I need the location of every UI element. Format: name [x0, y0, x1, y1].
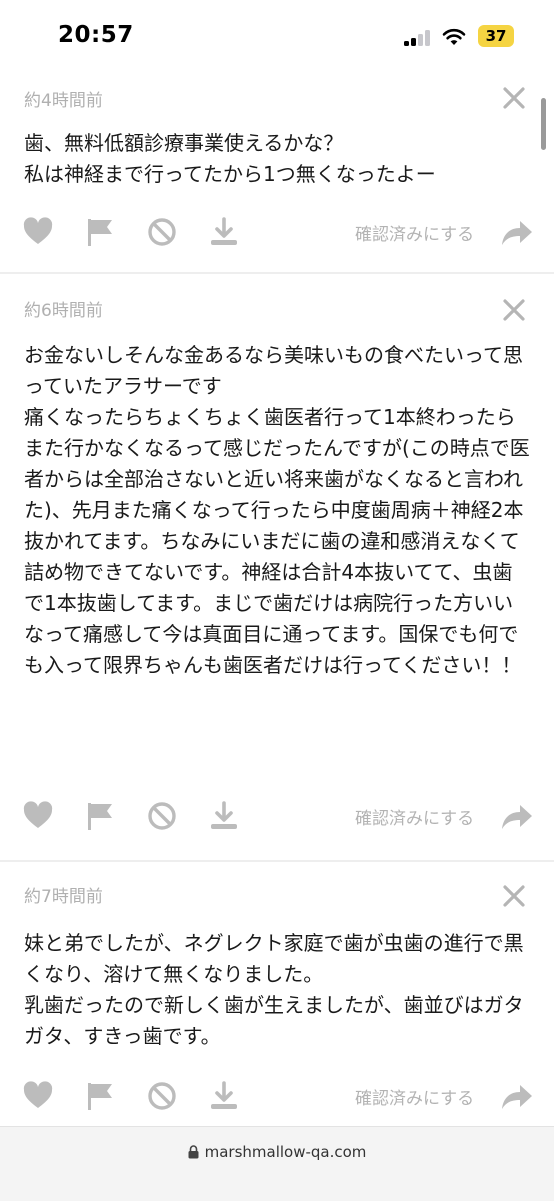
message-actions: 確認済みにする: [0, 800, 554, 836]
flag-icon[interactable]: [84, 1080, 116, 1112]
wifi-icon: [442, 28, 466, 45]
heart-icon[interactable]: [22, 800, 54, 832]
address-bar[interactable]: marshmallow-qa.com: [0, 1143, 554, 1161]
url-text: marshmallow-qa.com: [204, 1143, 367, 1161]
block-icon[interactable]: [146, 216, 178, 248]
lock-icon: [188, 1145, 199, 1159]
close-icon[interactable]: [502, 884, 526, 908]
flag-icon[interactable]: [84, 216, 116, 248]
confirm-button[interactable]: 確認済みにする: [355, 1084, 474, 1109]
cellular-signal-icon: [404, 30, 434, 46]
share-arrow-icon[interactable]: [500, 802, 534, 832]
close-icon[interactable]: [502, 86, 526, 110]
message-card: 約6時間前 お金ないしそんな金あるなら美味いもの食べたいって思っていたアラサーで…: [0, 288, 554, 858]
confirm-button[interactable]: 確認済みにする: [355, 220, 474, 245]
message-body: 妹と弟でしたが、ネグレクト家庭で歯が虫歯の進行で黒くなり、溶けて無くなりました。…: [24, 931, 524, 1048]
close-icon[interactable]: [502, 298, 526, 322]
message-time: 約6時間前: [24, 301, 103, 321]
block-icon[interactable]: [146, 1080, 178, 1112]
share-arrow-icon[interactable]: [500, 218, 534, 248]
message-time: 約4時間前: [24, 91, 103, 111]
block-icon[interactable]: [146, 800, 178, 832]
heart-icon[interactable]: [22, 1080, 54, 1112]
message-actions: 確認済みにする: [0, 1080, 554, 1116]
message-card: 約7時間前 妹と弟でしたが、ネグレクト家庭で歯が虫歯の進行で黒くなり、溶けて無く…: [0, 876, 554, 1126]
download-icon[interactable]: [208, 216, 240, 248]
flag-icon[interactable]: [84, 800, 116, 832]
divider: [0, 272, 554, 274]
message-actions: 確認済みにする: [0, 216, 554, 252]
message-body: 歯、無料低額診療事業使えるかな？ 私は神経まで行ってたから1つ無くなったよー: [24, 131, 436, 186]
confirm-button[interactable]: 確認済みにする: [355, 804, 474, 829]
download-icon[interactable]: [208, 1080, 240, 1112]
message-body: お金ないしそんな金あるなら美味いもの食べたいって思っていたアラサーです 痛くなっ…: [24, 343, 530, 677]
message-card: 約4時間前 歯、無料低額診療事業使えるかな？ 私は神経まで行ってたから1つ無くな…: [0, 78, 554, 270]
divider: [0, 860, 554, 862]
heart-icon[interactable]: [22, 216, 54, 248]
share-arrow-icon[interactable]: [500, 1082, 534, 1112]
status-time: 20:57: [58, 22, 134, 48]
message-time: 約7時間前: [24, 887, 103, 907]
browser-url-bar[interactable]: marshmallow-qa.com: [0, 1126, 554, 1201]
status-bar: 20:57 37: [0, 0, 554, 72]
battery-indicator: 37: [478, 25, 514, 47]
download-icon[interactable]: [208, 800, 240, 832]
